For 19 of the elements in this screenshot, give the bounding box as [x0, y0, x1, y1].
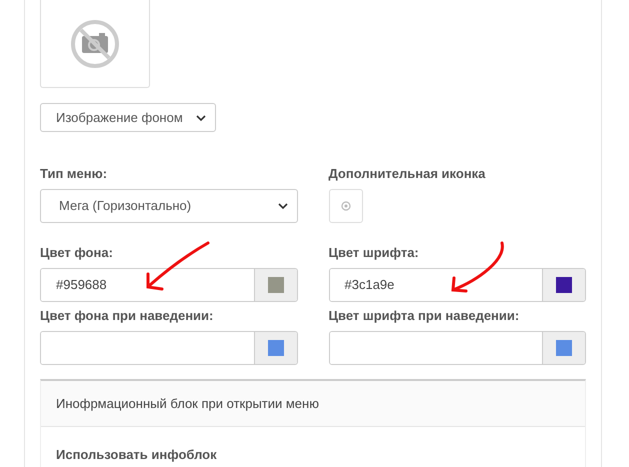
icon-picker[interactable] [328, 189, 362, 223]
background-select[interactable]: Изображение фоном [40, 103, 216, 132]
panel-title: Инофрмационный блок при открытии меню [56, 394, 319, 413]
field-label: Цвет шрифта: [328, 244, 420, 262]
icon-preview-icon [340, 201, 350, 211]
field-label: Цвет фона: [40, 244, 114, 262]
color-value: #959688 [56, 276, 107, 294]
color-input[interactable] [328, 331, 586, 365]
field-label: Цвет шрифта при наведении: [328, 307, 520, 325]
menu-type-select[interactable]: Мега (Горизонтально) [40, 189, 298, 223]
color-input[interactable]: #3c1a9e [328, 268, 586, 302]
color-input[interactable] [40, 331, 298, 365]
color-input[interactable]: #959688 [40, 268, 298, 302]
field-label: Дополнительная иконка [328, 165, 486, 183]
field-label: Использовать инфоблок [56, 447, 217, 462]
field-label: Цвет фона при наведении: [40, 307, 214, 325]
color-value: #3c1a9e [344, 276, 394, 294]
field-label: Тип меню: [40, 165, 108, 183]
no-camera-icon [70, 18, 120, 69]
